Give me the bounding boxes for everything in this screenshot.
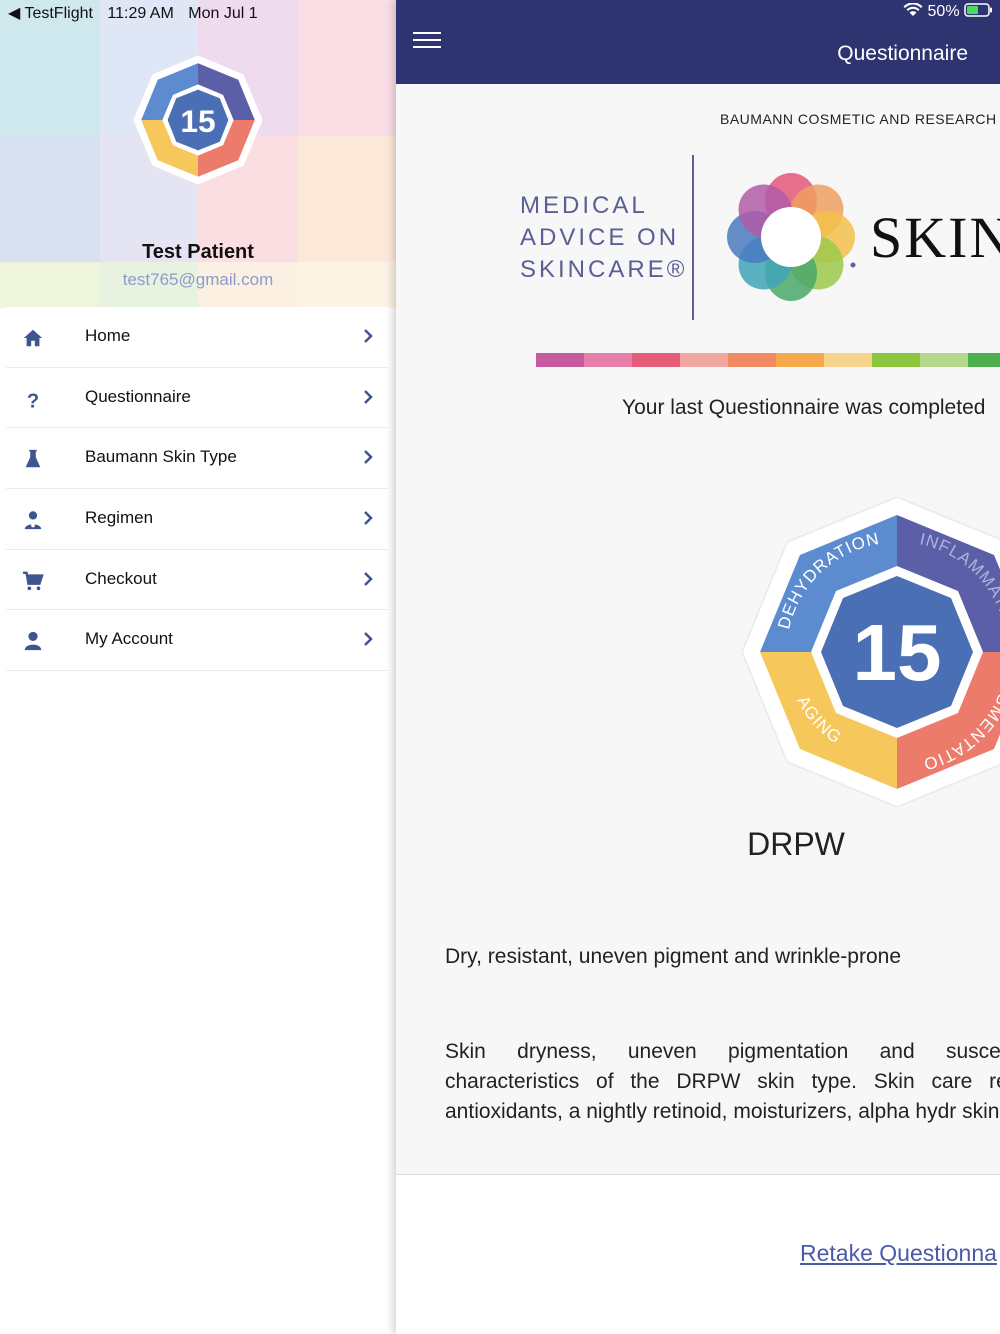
doctor-icon (24, 511, 42, 530)
footer: Retake Questionna (396, 1174, 1000, 1334)
status-date: Mon Jul 1 (188, 5, 258, 22)
menu-item-label: My Account (85, 629, 173, 649)
chevron-right-icon (364, 389, 373, 404)
color-band-segment (920, 353, 968, 367)
patient-name: Test Patient (142, 241, 254, 263)
menu-item-label: Home (85, 326, 131, 345)
color-band-segment (776, 353, 824, 367)
menu-item-checkout[interactable]: Checkout (6, 549, 388, 611)
color-band-segment (632, 353, 680, 367)
skin-score-badge-icon: 15 (133, 55, 263, 185)
company-name: BAUMANN COSMETIC AND RESEARCH I (720, 111, 1000, 127)
chevron-right-icon (364, 571, 373, 586)
home-icon (23, 329, 43, 347)
status-time: 11:29 AM (107, 5, 174, 22)
questionnaire-screen: 50% Questionnaire BAUMANN COSMETIC AND R… (396, 0, 1000, 1334)
menu-item-label: Questionnaire (85, 386, 191, 406)
cart-icon (22, 571, 44, 590)
menu-item-label: Regimen (85, 508, 154, 528)
color-band-segment (536, 353, 584, 367)
color-band-segment (584, 353, 632, 367)
svg-text:15: 15 (180, 103, 215, 139)
color-band-segment (824, 353, 872, 367)
status-bar-left: ◀ TestFlight 11:29 AM Mon Jul 1 (8, 3, 268, 23)
patient-email: test765@gmail.com (122, 270, 274, 289)
color-band (536, 353, 1000, 367)
logo-tagline-line: ADVICE ON (520, 224, 680, 251)
menu-item-baumann-skin-type[interactable]: Baumann Skin Type (6, 428, 388, 490)
drawer-header: ◀ TestFlight 11:29 AM Mon Jul 1 15 Test … (0, 0, 396, 308)
color-band-segment (968, 353, 1000, 367)
retake-questionnaire-link[interactable]: Retake Questionna (800, 1240, 997, 1267)
battery-icon (964, 3, 992, 17)
back-to-testflight-link[interactable]: ◀ TestFlight (8, 5, 93, 22)
chevron-right-icon (364, 450, 373, 465)
chevron-right-icon (364, 511, 373, 525)
skin-score-badge-icon: 15 DEHYDRATION INFLAMMATION PIGMENTATION… (742, 497, 1000, 807)
skin-type-code-row: DRPW (396, 826, 1000, 863)
color-band-segment (728, 353, 776, 367)
last-completed-text: Your last Questionnaire was completed (622, 396, 986, 419)
chevron-right-icon (364, 632, 373, 647)
logo-divider (692, 155, 694, 320)
page-title: Questionnaire (837, 42, 968, 65)
menu-item-my-account[interactable]: My Account (6, 610, 388, 672)
color-band-segment (872, 353, 920, 367)
menu-item-label: Checkout (85, 568, 157, 588)
logo-brand-text: SKIN (870, 205, 1000, 270)
logo-tagline: MEDICAL ADVICE ON SKINCARE® (520, 190, 687, 286)
svg-text:?: ? (27, 390, 39, 410)
menu-item-label: Baumann Skin Type (85, 447, 237, 467)
user-icon (24, 632, 42, 651)
menu-item-regimen[interactable]: Regimen (6, 489, 388, 550)
logo-tagline-line: MEDICAL (520, 192, 648, 219)
flask-icon (25, 450, 41, 468)
drawer-menu: Home ? Questionnaire Baumann Skin Type R… (6, 307, 388, 672)
skin-type-summary: Dry, resistant, uneven pigment and wrink… (445, 945, 902, 968)
navigation-bar: 50% Questionnaire (396, 0, 1000, 84)
svg-text:15: 15 (853, 608, 942, 697)
status-bar-right: 50% (903, 2, 994, 21)
logo-tagline-line: SKINCARE® (520, 256, 688, 283)
wifi-icon (903, 2, 923, 16)
battery-percent: 50% (927, 3, 960, 20)
color-band-segment (680, 353, 728, 367)
skin-type-description: Skin dryness, uneven pigmentation and su… (445, 1040, 1000, 1123)
menu-item-home[interactable]: Home (6, 307, 388, 368)
side-drawer: ◀ TestFlight 11:29 AM Mon Jul 1 15 Test … (0, 0, 396, 1334)
skin-flower-logo-icon (727, 173, 856, 301)
skin-type-code: DRPW (747, 826, 845, 862)
chevron-right-icon (364, 329, 373, 343)
menu-item-questionnaire[interactable]: ? Questionnaire (6, 367, 388, 429)
question-icon: ? (27, 390, 39, 410)
